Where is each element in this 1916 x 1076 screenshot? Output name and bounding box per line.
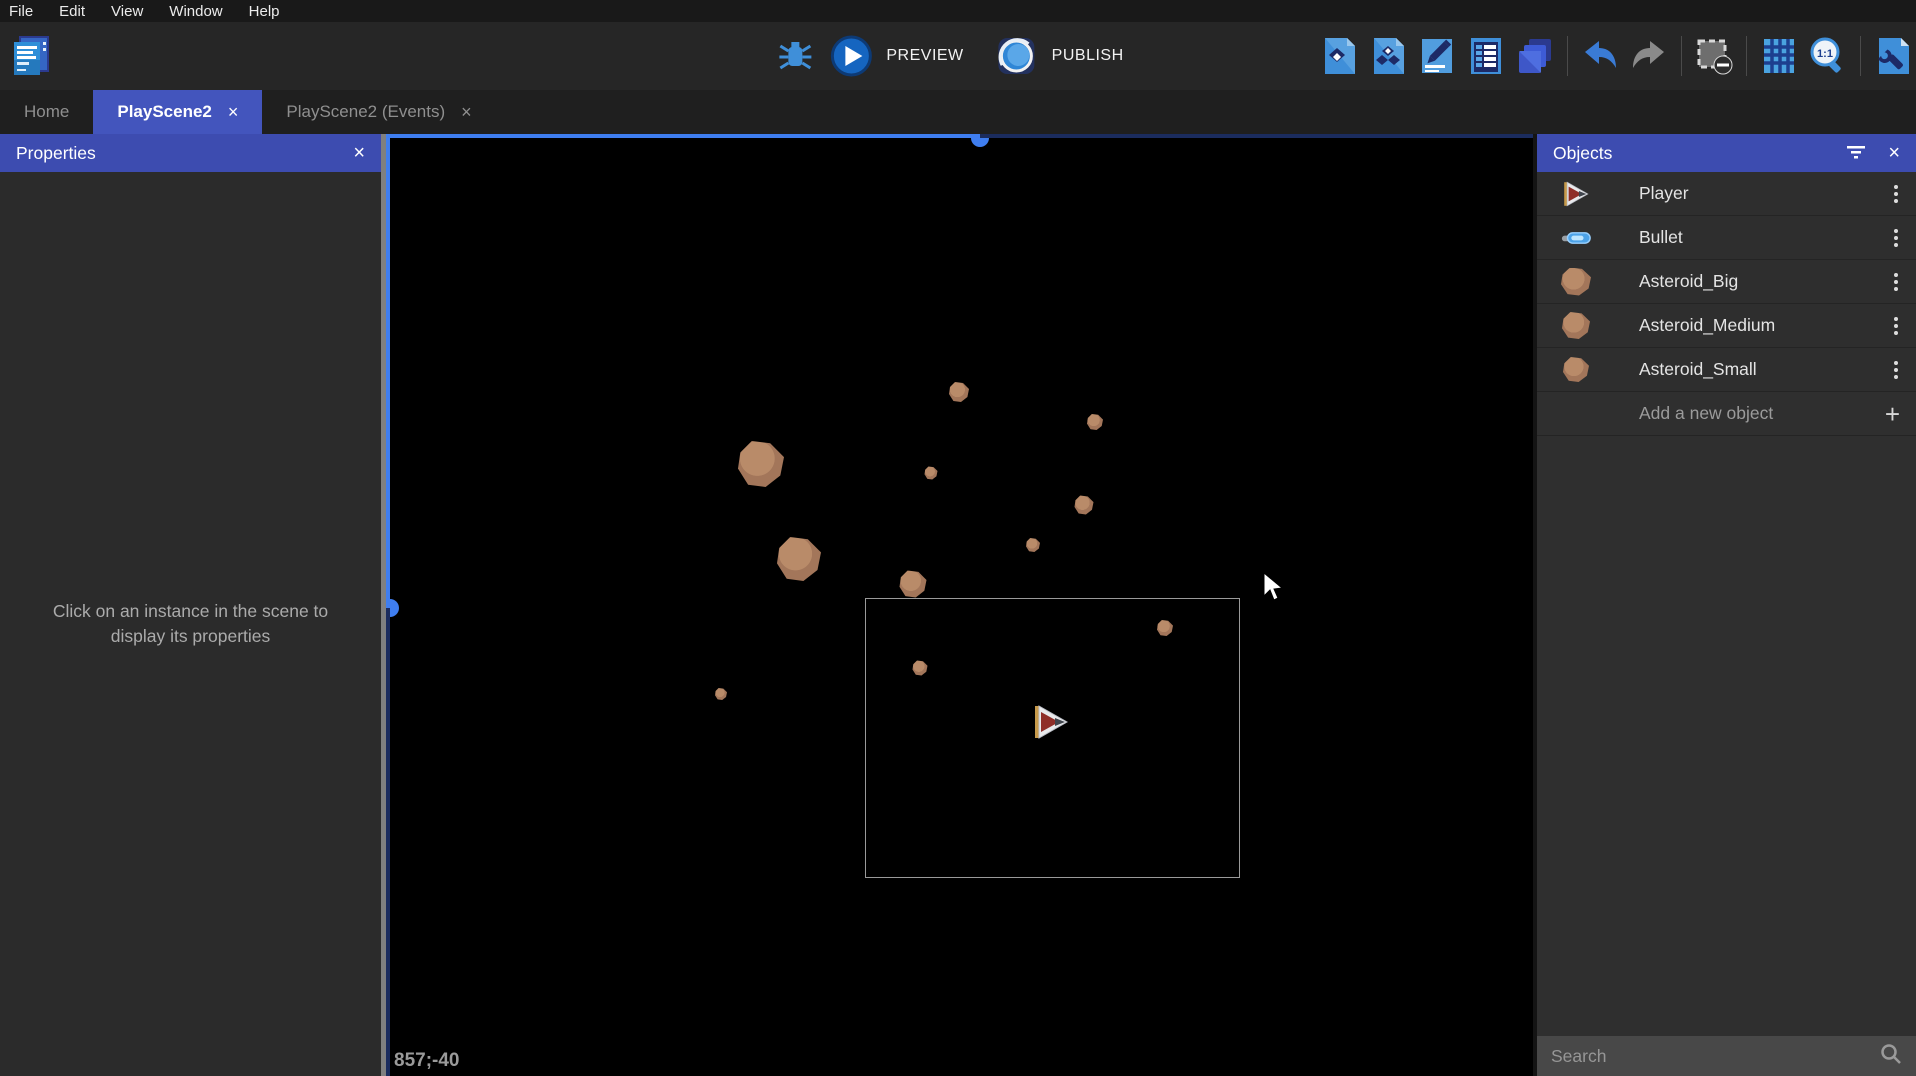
kebab-menu-icon[interactable] (1890, 225, 1902, 251)
svg-text:1:1: 1:1 (1817, 48, 1833, 60)
object-groups-icon[interactable] (1367, 32, 1409, 80)
properties-icon[interactable] (1416, 32, 1458, 80)
toolbar-right-group: 1:1 (1318, 22, 1914, 90)
kebab-menu-icon[interactable] (1890, 313, 1902, 339)
kebab-menu-icon[interactable] (1890, 181, 1902, 207)
instances-list-icon[interactable] (1465, 32, 1507, 80)
bullet-icon (1557, 230, 1595, 246)
menu-help[interactable]: Help (249, 3, 280, 20)
asteroid-instance[interactable] (777, 537, 821, 581)
objects-panel: Objects × (1537, 134, 1916, 1076)
objects-editor-icon[interactable] (1318, 32, 1360, 80)
asteroid-small-icon (1557, 357, 1595, 382)
preview-icon[interactable] (830, 32, 872, 80)
object-label: Player (1639, 183, 1689, 204)
mouse-cursor (1262, 572, 1284, 602)
canvas-top-edge-highlight (386, 134, 980, 138)
asteroid-instance[interactable] (715, 688, 727, 700)
player-ship-icon (1557, 180, 1595, 208)
menu-edit[interactable]: Edit (59, 3, 85, 20)
top-drag-handle[interactable] (971, 138, 989, 147)
tab-home[interactable]: Home (0, 90, 93, 134)
search-icon[interactable] (1880, 1043, 1902, 1070)
asteroid-instance[interactable] (949, 382, 969, 402)
tab-bar: Home PlayScene2 × PlayScene2 (Events) × (0, 90, 1916, 134)
toolbar-divider (1681, 36, 1682, 76)
close-icon[interactable]: × (353, 142, 365, 165)
redo-icon[interactable] (1628, 32, 1670, 80)
plus-icon[interactable]: + (1885, 401, 1900, 427)
canvas-top-edge (980, 134, 1533, 138)
asteroid-big-icon (1557, 268, 1595, 296)
publish-icon[interactable] (996, 32, 1038, 80)
asteroid-instance[interactable] (1087, 414, 1103, 430)
object-row-player[interactable]: Player (1537, 172, 1916, 216)
project-settings-icon[interactable] (1872, 32, 1914, 80)
object-label: Asteroid_Big (1639, 271, 1738, 292)
canvas-left-edge (386, 608, 390, 1076)
objects-search-bar (1537, 1036, 1916, 1076)
tab-close-icon[interactable]: × (228, 102, 239, 123)
deselect-instances-icon[interactable] (1693, 32, 1735, 80)
asteroid-instance[interactable] (925, 467, 938, 480)
tab-playscene2-label: PlayScene2 (117, 102, 212, 122)
tab-close-icon[interactable]: × (461, 102, 472, 123)
cursor-coordinates: 857;-40 (394, 1050, 460, 1072)
toolbar: PREVIEW PUBLISH (0, 22, 1916, 90)
preview-button[interactable]: PREVIEW (886, 47, 963, 65)
zoom-1-1-icon[interactable]: 1:1 (1807, 32, 1849, 80)
tab-playscene2-events[interactable]: PlayScene2 (Events) × (262, 90, 495, 134)
objects-panel-header: Objects × (1537, 134, 1916, 172)
left-drag-handle[interactable] (390, 599, 399, 617)
add-object-label: Add a new object (1639, 403, 1773, 424)
canvas-left-edge-highlight (386, 134, 390, 608)
menu-file[interactable]: File (9, 3, 33, 20)
object-label: Bullet (1639, 227, 1683, 248)
properties-empty-message: Click on an instance in the scene to dis… (36, 599, 346, 650)
player-ship-instance[interactable] (1032, 703, 1070, 741)
undo-icon[interactable] (1579, 32, 1621, 80)
grid-icon[interactable] (1758, 32, 1800, 80)
tab-playscene2-events-label: PlayScene2 (Events) (286, 102, 445, 122)
asteroid-instance[interactable] (1026, 538, 1040, 552)
menu-view[interactable]: View (111, 3, 143, 20)
tab-playscene2[interactable]: PlayScene2 × (93, 90, 262, 134)
filter-icon[interactable] (1846, 143, 1866, 164)
project-manager-icon[interactable] (8, 34, 52, 78)
add-object-row[interactable]: Add a new object + (1537, 392, 1916, 436)
menu-window[interactable]: Window (169, 3, 222, 20)
properties-panel-body: Click on an instance in the scene to dis… (0, 172, 381, 1076)
object-label: Asteroid_Small (1639, 359, 1757, 380)
properties-panel-header: Properties × (0, 134, 381, 172)
objects-panel-spacer (1537, 436, 1916, 1036)
scene-canvas[interactable]: 857;-40 (386, 134, 1533, 1076)
gdevelop-window: File Edit View Window Help (0, 0, 1916, 1076)
asteroid-medium-icon (1557, 312, 1595, 339)
toolbar-divider (1860, 36, 1861, 76)
toolbar-center-group: PREVIEW PUBLISH (774, 22, 1141, 90)
properties-title: Properties (16, 143, 96, 164)
tab-home-label: Home (24, 102, 69, 122)
properties-panel: Properties × Click on an instance in the… (0, 134, 381, 1076)
object-row-asteroid-small[interactable]: Asteroid_Small (1537, 348, 1916, 392)
debugger-icon[interactable] (774, 32, 816, 80)
asteroid-instance[interactable] (900, 571, 927, 598)
object-row-bullet[interactable]: Bullet (1537, 216, 1916, 260)
toolbar-divider (1567, 36, 1568, 76)
publish-button[interactable]: PUBLISH (1052, 47, 1124, 65)
search-input[interactable] (1551, 1046, 1851, 1067)
kebab-menu-icon[interactable] (1890, 357, 1902, 383)
objects-title: Objects (1553, 143, 1612, 164)
menu-bar: File Edit View Window Help (0, 0, 1916, 22)
kebab-menu-icon[interactable] (1890, 269, 1902, 295)
layers-icon[interactable] (1514, 32, 1556, 80)
asteroid-instance[interactable] (738, 441, 784, 487)
close-icon[interactable]: × (1888, 142, 1900, 165)
asteroid-instance[interactable] (1075, 496, 1094, 515)
toolbar-divider (1746, 36, 1747, 76)
object-row-asteroid-big[interactable]: Asteroid_Big (1537, 260, 1916, 304)
object-label: Asteroid_Medium (1639, 315, 1775, 336)
object-row-asteroid-medium[interactable]: Asteroid_Medium (1537, 304, 1916, 348)
